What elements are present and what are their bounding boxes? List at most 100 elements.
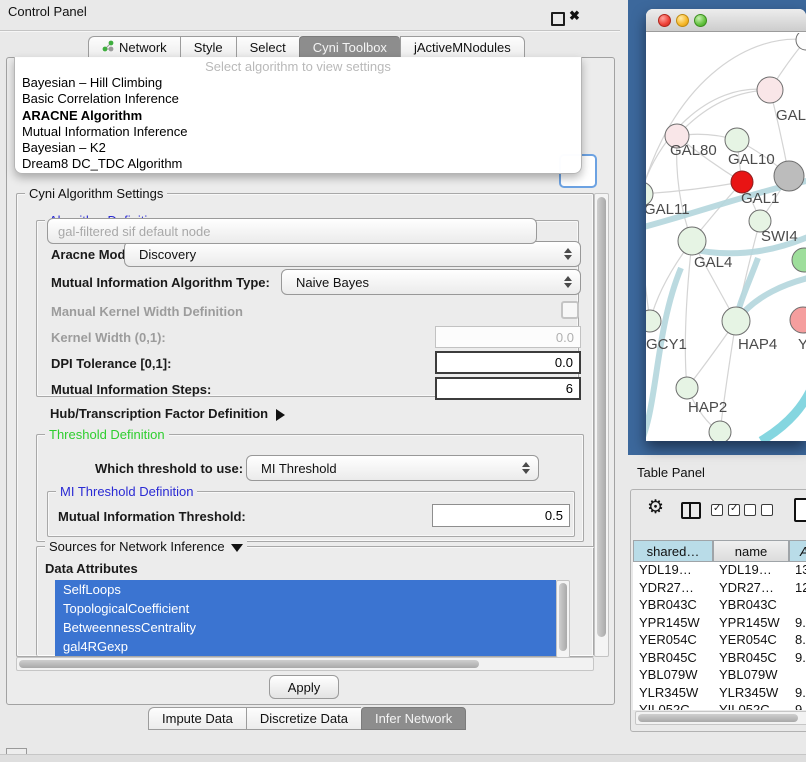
aracne-mode-combo[interactable]: Discovery xyxy=(124,241,581,267)
tab-select[interactable]: Select xyxy=(236,36,299,59)
which-threshold-combo[interactable]: MI Threshold xyxy=(246,455,539,481)
stepper-arrows-icon xyxy=(564,276,572,288)
scrollbar-thumb[interactable] xyxy=(597,197,606,637)
close-icon[interactable]: ✖ xyxy=(569,8,580,24)
algorithm-dropdown-popup: Select algorithm to view settings Bayesi… xyxy=(14,57,582,174)
close-window-icon[interactable] xyxy=(658,14,671,27)
node-salmon[interactable] xyxy=(790,307,806,333)
node-label: GAL xyxy=(776,107,806,124)
network-view-frame: GAL GAL80 GAL10 GAL1 GAL11 SWI4 GAL4 GCY… xyxy=(628,0,806,455)
tab-label: Cyni Toolbox xyxy=(313,40,387,55)
float-panel-icon[interactable] xyxy=(551,12,565,26)
network-canvas[interactable]: GAL GAL80 GAL10 GAL1 GAL11 SWI4 GAL4 GCY… xyxy=(646,33,806,441)
list-item[interactable]: BetweennessCentrality xyxy=(55,618,556,637)
stepper-arrows-icon xyxy=(564,248,572,260)
table-row[interactable]: YLR345WYLR345W9. xyxy=(633,685,806,703)
node-bright-green[interactable] xyxy=(792,248,806,272)
node-gcy1[interactable] xyxy=(646,310,661,332)
dropdown-hint: Select algorithm to view settings xyxy=(15,57,581,75)
list-item[interactable]: TopologicalCoefficient xyxy=(55,599,556,618)
combo-value: Discovery xyxy=(139,247,196,262)
deselect-all-columns-icon[interactable] xyxy=(744,504,773,516)
tab-cyni-toolbox[interactable]: Cyni Toolbox xyxy=(299,36,400,59)
algorithm-option[interactable]: Bayesian – K2 xyxy=(15,140,581,156)
manual-kernel-label: Manual Kernel Width Definition xyxy=(51,304,243,319)
node-gray[interactable] xyxy=(774,161,804,191)
table-row[interactable]: YER054CYER054C8. xyxy=(633,632,806,650)
table-row[interactable]: YDR27…YDR27…12 xyxy=(633,580,806,598)
kernel-width-field[interactable]: 0.0 xyxy=(435,326,581,348)
bottom-strip xyxy=(0,754,806,762)
table-row[interactable]: YBR045CYBR045C9. xyxy=(633,650,806,668)
node-label: HAP2 xyxy=(688,399,727,416)
table-row[interactable]: YPR145WYPR145W9. xyxy=(633,615,806,633)
tab-style[interactable]: Style xyxy=(180,36,236,59)
column-header-partial[interactable]: A xyxy=(789,540,806,562)
gear-icon[interactable]: ⚙ xyxy=(647,496,664,519)
tab-label: Style xyxy=(194,40,223,55)
tab-discretize-data[interactable]: Discretize Data xyxy=(246,707,361,730)
algorithm-option[interactable]: Dream8 DC_TDC Algorithm xyxy=(15,156,581,172)
scrollbar-thumb[interactable] xyxy=(638,714,798,722)
list-scrollbar[interactable] xyxy=(556,580,570,658)
sources-title: Sources for Network Inference xyxy=(49,539,225,554)
settings-vertical-scrollbar[interactable] xyxy=(594,193,609,657)
minimize-window-icon[interactable] xyxy=(676,14,689,27)
tab-jactivemnodules[interactable]: jActiveMNodules xyxy=(400,36,525,59)
screen: Control Panel ✖ Network Style Select Cyn… xyxy=(0,0,806,762)
node-selection-combo[interactable]: gal-filtered sif default node xyxy=(47,218,537,244)
mi-steps-field[interactable]: 6 xyxy=(435,377,581,400)
hub-tf-definition-toggle[interactable]: Hub/Transcription Factor Definition xyxy=(50,406,285,421)
field-value: 0.5 xyxy=(545,508,563,523)
apply-button[interactable]: Apply xyxy=(269,675,339,699)
function-builder-icon[interactable] xyxy=(794,498,806,522)
manual-kernel-checkbox[interactable] xyxy=(561,301,579,319)
arrow-right-icon xyxy=(276,409,285,421)
table-body[interactable]: YDL19…YDL19…13 YDR27…YDR27…12 YBR043CYBR… xyxy=(633,562,806,710)
control-panel-header: Control Panel xyxy=(0,0,620,24)
tab-network[interactable]: Network xyxy=(88,36,180,59)
node-hap2[interactable] xyxy=(676,377,698,399)
zoom-window-icon[interactable] xyxy=(694,14,707,27)
sources-toggle[interactable]: Sources for Network Inference xyxy=(45,539,247,554)
node-gal4[interactable] xyxy=(678,227,706,255)
node-label: Y xyxy=(798,336,806,353)
table-row[interactable]: YDL19…YDL19…13 xyxy=(633,562,806,580)
algorithm-option[interactable]: Mutual Information Inference xyxy=(15,124,581,140)
hub-tf-label: Hub/Transcription Factor Definition xyxy=(50,406,268,421)
node-hap4[interactable] xyxy=(722,307,750,335)
tab-impute-data[interactable]: Impute Data xyxy=(148,707,246,730)
column-header-shared-name[interactable]: shared… xyxy=(633,540,713,562)
mi-threshold-field[interactable]: 0.5 xyxy=(432,504,570,527)
node-bottom[interactable] xyxy=(709,421,731,441)
scrollbar-thumb[interactable] xyxy=(19,660,479,668)
apply-label: Apply xyxy=(288,680,321,695)
table-row[interactable]: YBL079WYBL079W xyxy=(633,667,806,685)
table-row[interactable]: YBR043CYBR043C xyxy=(633,597,806,615)
mi-type-label: Mutual Information Algorithm Type: xyxy=(51,275,270,290)
table-row-clipped[interactable]: YIL052CYIL052C9 xyxy=(633,702,806,710)
node-gal10[interactable] xyxy=(725,128,749,152)
list-item[interactable]: gal4RGexp xyxy=(55,637,556,656)
node-partial[interactable] xyxy=(796,33,806,50)
list-item[interactable]: SelfLoops xyxy=(55,580,556,599)
columns-icon[interactable] xyxy=(681,502,701,519)
tab-infer-network[interactable]: Infer Network xyxy=(361,707,466,730)
mi-type-combo[interactable]: Naive Bayes xyxy=(281,269,581,295)
table-horizontal-scrollbar[interactable] xyxy=(635,711,806,725)
triangle-down-icon xyxy=(231,544,243,552)
settings-horizontal-scrollbar[interactable] xyxy=(16,657,594,671)
network-icon xyxy=(102,40,114,55)
mi-threshold-label: Mutual Information Threshold: xyxy=(58,509,246,524)
scrollbar-thumb[interactable] xyxy=(559,583,567,651)
algorithm-option[interactable]: Basic Correlation Inference xyxy=(15,91,581,107)
algorithm-option-selected[interactable]: ARACNE Algorithm xyxy=(15,108,581,124)
column-header-name[interactable]: name xyxy=(713,540,789,562)
attribute-list[interactable]: SelfLoops TopologicalCoefficient Between… xyxy=(55,580,556,656)
select-all-columns-icon[interactable] xyxy=(711,504,740,516)
node-gal-pink[interactable] xyxy=(757,77,783,103)
dpi-tolerance-field[interactable]: 0.0 xyxy=(435,351,581,374)
network-window[interactable]: GAL GAL80 GAL10 GAL1 GAL11 SWI4 GAL4 GCY… xyxy=(646,9,806,441)
algorithm-option[interactable]: Bayesian – Hill Climbing xyxy=(15,75,581,91)
window-titlebar[interactable] xyxy=(646,9,806,32)
